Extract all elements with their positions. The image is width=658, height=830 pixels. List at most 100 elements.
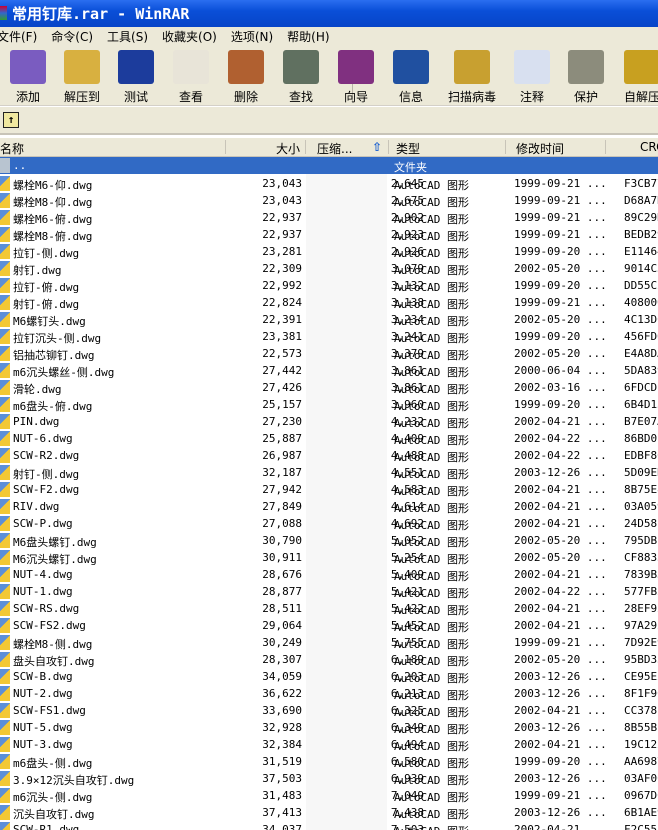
file-size: 30,790 — [262, 534, 302, 547]
file-row[interactable]: m6沉头螺丝-侧.dwg 27,442 3,861 AutoCAD 图形 2000-06… — [0, 362, 658, 379]
toolbar-button-comment[interactable]: 注释 — [506, 50, 558, 105]
file-name: M6盘头螺钉.dwg — [13, 536, 97, 549]
column-divider[interactable] — [225, 140, 226, 154]
file-type: AutoCAD 图形 — [394, 502, 469, 515]
file-name: SCW-FS2.dwg — [13, 619, 86, 632]
file-crc: E4A8DA — [624, 347, 658, 360]
file-row[interactable]: M6盘头螺钉.dwg 30,790 5,052 AutoCAD 图形 2002-05-2… — [0, 532, 658, 549]
file-row[interactable]: 螺栓M8-仰.dwg 23,043 2,675 AutoCAD 图形 1999-09-2… — [0, 192, 658, 209]
menu-help[interactable]: 帮助(H) — [287, 28, 329, 45]
file-name: 沉头自攻钉.dwg — [13, 808, 95, 821]
toolbar-button-wizard[interactable]: 向导 — [330, 50, 382, 105]
toolbar-button-sfx[interactable]: 自解压 — [616, 50, 658, 105]
file-row[interactable]: PIN.dwg 27,230 4,232 AutoCAD 图形 2002-04-21 .… — [0, 413, 658, 430]
file-row[interactable]: 螺栓M6-仰.dwg 23,043 2,645 AutoCAD 图形 1999-09-2… — [0, 175, 658, 192]
toolbar-button-extract-to[interactable]: 解压到 — [56, 50, 108, 105]
dwg-file-icon — [0, 822, 10, 830]
file-row[interactable]: m6盘头-侧.dwg 31,519 6,580 AutoCAD 图形 1999-09-2… — [0, 753, 658, 770]
dwg-file-icon — [0, 754, 10, 769]
file-row[interactable]: 螺栓M6-俯.dwg 22,937 2,902 AutoCAD 图形 1999-09-2… — [0, 209, 658, 226]
parent-folder-row[interactable]: .. 文件夹 — [0, 157, 658, 174]
dwg-file-icon — [0, 414, 10, 429]
file-row[interactable]: 拉钉-侧.dwg 23,281 2,926 AutoCAD 图形 1999-09-20 … — [0, 243, 658, 260]
file-row[interactable]: NUT-4.dwg 28,676 5,409 AutoCAD 图形 2002-04-21… — [0, 566, 658, 583]
dwg-file-icon — [0, 193, 10, 208]
file-row[interactable]: 螺栓M8-俯.dwg 22,937 2,923 AutoCAD 图形 1999-09-2… — [0, 226, 658, 243]
toolbar-button-scan-virus[interactable]: 扫描病毒 — [446, 50, 498, 105]
file-row[interactable]: M6螺钉头.dwg 22,391 3,234 AutoCAD 图形 2002-05-20… — [0, 311, 658, 328]
file-type: AutoCAD 图形 — [394, 791, 469, 804]
toolbar-button-test[interactable]: 测试 — [110, 50, 162, 105]
menu-favorites[interactable]: 收藏夹(O) — [162, 28, 217, 45]
file-row[interactable]: 射钉-俯.dwg 22,824 3,138 AutoCAD 图形 1999-09-21 … — [0, 294, 658, 311]
file-name: SCW-R2.dwg — [13, 449, 80, 462]
file-name: SCW-F2.dwg — [13, 483, 80, 496]
toolbar-button-info[interactable]: 信息 — [385, 50, 437, 105]
file-row[interactable]: NUT-2.dwg 36,622 6,213 AutoCAD 图形 2003-12-26… — [0, 685, 658, 702]
title-bar: 常用钉库.rar - WinRAR — [0, 0, 658, 27]
file-row[interactable]: SCW-F2.dwg 27,942 4,583 AutoCAD 图形 2002-04-2… — [0, 481, 658, 498]
file-row[interactable]: NUT-6.dwg 25,887 4,409 AutoCAD 图形 2002-04-22… — [0, 430, 658, 447]
column-packed[interactable]: 压缩... — [317, 140, 352, 157]
file-row[interactable]: NUT-3.dwg 32,384 6,494 AutoCAD 图形 2002-04-21… — [0, 736, 658, 753]
file-row[interactable]: 铝抽芯铆钉.dwg 22,573 3,379 AutoCAD 图形 2002-05-20… — [0, 345, 658, 362]
add-archive-icon — [10, 50, 46, 84]
file-row[interactable]: 拉钉-俯.dwg 22,992 3,132 AutoCAD 图形 1999-09-20 … — [0, 277, 658, 294]
file-row[interactable]: SCW-FS2.dwg 29,064 5,452 AutoCAD 图形 2002-04-… — [0, 617, 658, 634]
column-crc[interactable]: CRC — [640, 140, 658, 154]
file-row[interactable]: SCW-P.dwg 27,088 4,692 AutoCAD 图形 2002-04-21… — [0, 515, 658, 532]
file-type: AutoCAD 图形 — [394, 315, 469, 328]
file-row[interactable]: NUT-5.dwg 32,928 6,349 AutoCAD 图形 2003-12-26… — [0, 719, 658, 736]
file-type: AutoCAD 图形 — [394, 604, 469, 617]
file-crc: 03AF0C — [624, 772, 658, 785]
up-folder-button[interactable]: ↑ — [3, 112, 19, 128]
file-row[interactable]: 螺栓M8-侧.dwg 30,249 5,755 AutoCAD 图形 1999-09-2… — [0, 634, 658, 651]
file-row[interactable]: 滑轮.dwg 27,426 3,861 AutoCAD 图形 2002-03-16 ..… — [0, 379, 658, 396]
file-row[interactable]: SCW-R1.dwg34,0377,503AutoCAD 图形2002-04-2… — [0, 821, 658, 830]
file-size: 26,987 — [262, 449, 302, 462]
file-row[interactable]: RIV.dwg 27,849 4,614 AutoCAD 图形 2002-04-21 .… — [0, 498, 658, 515]
file-row[interactable]: 沉头自攻钉.dwg 37,413 7,438 AutoCAD 图形 2003-12-26… — [0, 804, 658, 821]
file-row[interactable]: M6沉头螺钉.dwg 30,911 5,254 AutoCAD 图形 2002-05-2… — [0, 549, 658, 566]
file-crc: 24D58F — [624, 517, 658, 530]
toolbar-button-protect[interactable]: 保护 — [560, 50, 612, 105]
file-row[interactable]: m6沉头-侧.dwg 31,483 7,049 AutoCAD 图形 1999-09-2… — [0, 787, 658, 804]
file-row[interactable]: SCW-FS1.dwg 33,690 6,325 AutoCAD 图形 2002-04-… — [0, 702, 658, 719]
menu-tools[interactable]: 工具(S) — [107, 28, 148, 45]
menu-file[interactable]: 文件(F) — [0, 28, 37, 45]
column-divider[interactable] — [605, 140, 606, 154]
winrar-app-icon — [0, 6, 7, 20]
column-divider[interactable] — [305, 140, 306, 154]
menu-options[interactable]: 选项(N) — [231, 28, 273, 45]
file-row[interactable]: NUT-1.dwg 28,877 5,421 AutoCAD 图形 2002-04-22… — [0, 583, 658, 600]
file-size: 22,309 — [262, 262, 302, 275]
column-type[interactable]: 类型 — [396, 140, 420, 157]
file-row[interactable]: SCW-RS.dwg 28,511 5,422 AutoCAD 图形 2002-04-2… — [0, 600, 658, 617]
file-row[interactable]: 射钉-侧.dwg 32,187 4,551 AutoCAD 图形 2003-12-26 … — [0, 464, 658, 481]
toolbar-button-view[interactable]: 查看 — [165, 50, 217, 105]
dwg-file-icon — [0, 771, 10, 786]
file-row[interactable]: SCW-R2.dwg 26,987 4,488 AutoCAD 图形 2002-04-2… — [0, 447, 658, 464]
file-row[interactable]: m6盘头-俯.dwg 25,157 3,960 AutoCAD 图形 1999-09-2… — [0, 396, 658, 413]
column-divider[interactable] — [388, 140, 389, 154]
file-row[interactable]: 拉钉沉头-侧.dwg 23,381 3,241 AutoCAD 图形 1999-09-2… — [0, 328, 658, 345]
file-row[interactable]: 盘头自攻钉.dwg 28,307 6,189 AutoCAD 图形 2002-05-20… — [0, 651, 658, 668]
column-name[interactable]: 名称 — [0, 140, 24, 157]
column-modified[interactable]: 修改时间 — [516, 140, 564, 157]
toolbar-button-add-archive[interactable]: 添加 — [2, 50, 54, 105]
toolbar-button-find[interactable]: 查找 — [275, 50, 327, 105]
toolbar-button-delete[interactable]: 删除 — [220, 50, 272, 105]
dwg-file-icon — [0, 431, 10, 446]
window-title: 常用钉库.rar - WinRAR — [12, 5, 190, 23]
column-divider[interactable] — [505, 140, 506, 154]
menu-commands[interactable]: 命令(C) — [51, 28, 93, 45]
file-row[interactable]: 3.9×12沉头自攻钉.dwg 37,503 6,939 AutoCAD 图形 2003… — [0, 770, 658, 787]
file-row[interactable]: SCW-B.dwg 34,059 6,203 AutoCAD 图形 2003-12-26… — [0, 668, 658, 685]
file-modified: 2002-04-22 ... — [514, 585, 607, 598]
dwg-file-icon — [0, 176, 10, 191]
column-size[interactable]: 大小 — [276, 140, 300, 157]
file-crc: 7D92E9 — [624, 636, 658, 649]
file-modified: 2002-05-20 ... — [514, 313, 607, 326]
dwg-file-icon — [0, 533, 10, 548]
file-row[interactable]: 射钉.dwg 22,309 3,079 AutoCAD 图形 2002-05-20 ..… — [0, 260, 658, 277]
